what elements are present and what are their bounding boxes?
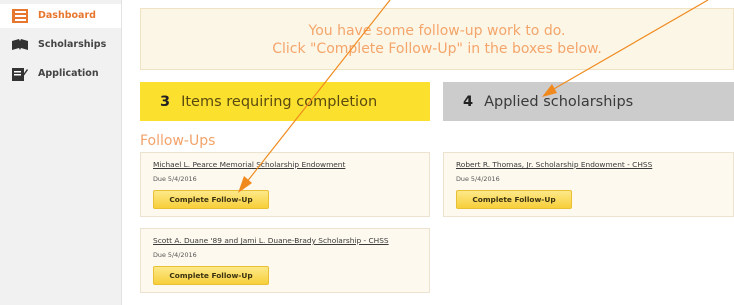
sidebar-item-label: Application xyxy=(38,68,99,79)
complete-follow-up-button[interactable]: Complete Follow-Up xyxy=(456,190,572,209)
sidebar-item-application[interactable]: Application xyxy=(0,62,121,86)
complete-follow-up-button[interactable]: Complete Follow-Up xyxy=(153,190,269,209)
banner-line-1: You have some follow-up work to do. xyxy=(308,23,566,39)
items-requiring-completion-box[interactable]: 3 Items requiring completion xyxy=(140,82,430,121)
follow-up-card: Robert R. Thomas, Jr. Scholarship Endowm… xyxy=(443,152,734,217)
follow-up-card: Michael L. Pearce Memorial Scholarship E… xyxy=(140,152,430,217)
sidebar-item-dashboard[interactable]: Dashboard xyxy=(0,4,121,28)
applied-label: Applied scholarships xyxy=(484,93,634,110)
dashboard-icon xyxy=(12,9,28,23)
banner-line-2: Click "Complete Follow-Up" in the boxes … xyxy=(272,41,602,57)
items-requiring-label: Items requiring completion xyxy=(181,93,378,110)
scholarship-link[interactable]: Scott A. Duane '89 and Jami L. Duane-Bra… xyxy=(153,236,389,245)
items-requiring-count: 3 xyxy=(160,93,171,110)
sidebar-item-scholarships[interactable]: Scholarships xyxy=(0,33,121,57)
applied-scholarships-box[interactable]: 4 Applied scholarships xyxy=(443,82,734,121)
book-icon xyxy=(12,38,28,52)
follow-up-banner: You have some follow-up work to do. Clic… xyxy=(140,8,734,70)
follow-up-card: Scott A. Duane '89 and Jami L. Duane-Bra… xyxy=(140,228,430,293)
application-icon xyxy=(12,67,28,81)
follow-ups-title: Follow-Ups xyxy=(140,133,216,149)
scholarship-link[interactable]: Robert R. Thomas, Jr. Scholarship Endowm… xyxy=(456,160,652,169)
sidebar-item-label: Scholarships xyxy=(38,39,107,50)
sidebar: Dashboard Scholarships Application xyxy=(0,0,122,305)
sidebar-item-label: Dashboard xyxy=(38,10,96,21)
applied-count: 4 xyxy=(463,93,474,110)
due-date: Due 5/4/2016 xyxy=(153,251,197,259)
due-date: Due 5/4/2016 xyxy=(456,175,500,183)
complete-follow-up-button[interactable]: Complete Follow-Up xyxy=(153,266,269,285)
scholarship-link[interactable]: Michael L. Pearce Memorial Scholarship E… xyxy=(153,160,345,169)
due-date: Due 5/4/2016 xyxy=(153,175,197,183)
